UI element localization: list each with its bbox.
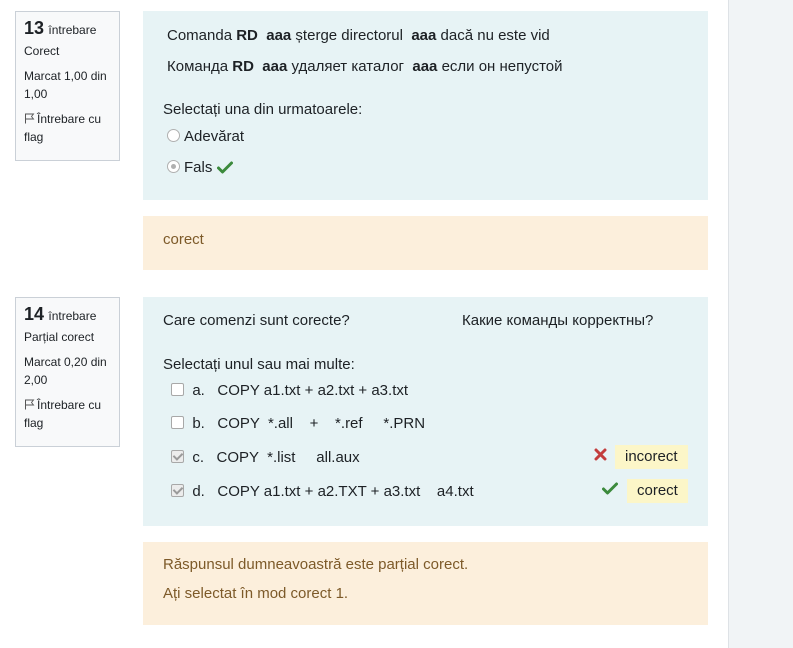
command-arg: aaa <box>411 27 437 44</box>
answer-option-c[interactable]: c. COPY *.list all.aux <box>171 449 360 466</box>
text-part: удаляет каталог <box>287 58 409 75</box>
grade-max: 2,00 <box>24 373 48 387</box>
option-letter: d. <box>192 483 205 500</box>
checkbox[interactable] <box>171 416 184 429</box>
question-state: Corect <box>24 44 60 58</box>
incorrect-x-icon <box>594 448 607 461</box>
flag-icon <box>25 399 35 410</box>
option-letter: a. <box>192 382 205 399</box>
question-feedback-14: Răspunsul dumneavoastră este parțial cor… <box>143 542 708 625</box>
correct-check-icon <box>602 482 618 495</box>
command-arg: aaa <box>412 58 438 75</box>
flag-label: Întrebare cu <box>37 112 102 126</box>
question-state: Parțial corect <box>24 330 95 344</box>
flag-question-link[interactable]: Întrebare cu flag <box>24 110 111 146</box>
checkbox[interactable] <box>171 383 184 396</box>
checkbox-checked[interactable] <box>171 450 184 463</box>
answer-prompt: Selectați una din urmatoarele: <box>163 101 363 118</box>
flag-label-2: flag <box>24 130 44 144</box>
command-arg: aaa <box>266 27 292 44</box>
answer-option-d[interactable]: d. COPY a1.txt + a2.TXT + a3.txt a4.txt <box>171 483 474 500</box>
flag-label-2: flag <box>24 416 44 430</box>
question-number-line: 13 întrebare <box>24 19 111 39</box>
answer-option-a[interactable]: a. COPY a1.txt + a2.txt + a3.txt <box>171 382 408 399</box>
answer-option-true[interactable]: Adevărat <box>167 128 244 145</box>
text-part: dacă nu este vid <box>436 27 550 44</box>
answer-prompt: Selectați unul sau mai multe: <box>163 356 355 373</box>
question-formulation-14: Care comenzi sunt corecte? Какие команды… <box>143 297 708 526</box>
option-letter: c. <box>192 449 205 466</box>
question-info-14: 14 întrebare Parțial corect Marcat 0,20 … <box>15 297 120 447</box>
question-text-ro: Comanda RD aaa șterge directorul aaa dac… <box>167 27 550 44</box>
answer-option-b[interactable]: b. COPY *.all + *.ref *.PRN <box>171 415 425 432</box>
question-text-ru: Команда RD aaa удаляет каталог aaa если … <box>167 58 563 75</box>
text-part: если он непустой <box>437 58 563 75</box>
option-label: Fals <box>184 159 213 176</box>
feedback-text: corect <box>163 231 204 248</box>
command-name: RD <box>236 27 258 44</box>
option-letter: b. <box>192 415 205 432</box>
correct-check-icon <box>216 161 233 174</box>
grade-line: Marcat 1,00 din <box>24 69 107 83</box>
text-part: Команда <box>167 58 233 75</box>
question-text-ro: Care comenzi sunt corecte? <box>163 312 350 329</box>
option-text: COPY *.list all.aux <box>216 449 360 466</box>
option-text: COPY a1.txt + a2.TXT + a3.txt a4.txt <box>217 483 474 500</box>
question-word: întrebare <box>48 309 97 323</box>
correct-badge: corect <box>627 479 688 503</box>
question-number: 13 <box>24 18 45 38</box>
grade-max: 1,00 <box>24 87 48 101</box>
question-number-line: 14 întrebare <box>24 305 111 325</box>
question-grade: Marcat 0,20 din 2,00 <box>24 353 111 389</box>
question-grade: Marcat 1,00 din 1,00 <box>24 67 111 103</box>
flag-icon <box>25 113 35 124</box>
flag-label: Întrebare cu <box>37 398 102 412</box>
command-name: RD <box>232 58 254 75</box>
right-sidebar-panel <box>728 0 793 648</box>
question-info-13: 13 întrebare Corect Marcat 1,00 din 1,00… <box>15 11 120 161</box>
grade-line: Marcat 0,20 din <box>24 355 107 369</box>
text-part: Comanda <box>167 27 237 44</box>
option-text: COPY *.all + *.ref *.PRN <box>217 415 426 432</box>
option-label: Adevărat <box>184 128 245 145</box>
command-arg: aaa <box>262 58 288 75</box>
radio-button-selected[interactable] <box>167 160 180 173</box>
answer-option-false[interactable]: Fals <box>167 159 233 176</box>
question-word: întrebare <box>48 23 97 37</box>
question-text-ru: Какие команды корректны? <box>462 312 654 329</box>
question-formulation-13: Comanda RD aaa șterge directorul aaa dac… <box>143 11 708 200</box>
incorrect-badge: incorect <box>615 445 688 469</box>
feedback-general: Răspunsul dumneavoastră este parțial cor… <box>163 556 469 573</box>
text-part: șterge directorul <box>291 27 408 44</box>
radio-button[interactable] <box>167 129 180 142</box>
checkbox-checked[interactable] <box>171 484 184 497</box>
option-text: COPY a1.txt + a2.txt + a3.txt <box>217 382 409 399</box>
question-feedback-13: corect <box>143 216 708 270</box>
question-number: 14 <box>24 304 45 324</box>
feedback-count: Ați selectat în mod corect 1. <box>163 585 349 602</box>
flag-question-link[interactable]: Întrebare cu flag <box>24 396 111 432</box>
